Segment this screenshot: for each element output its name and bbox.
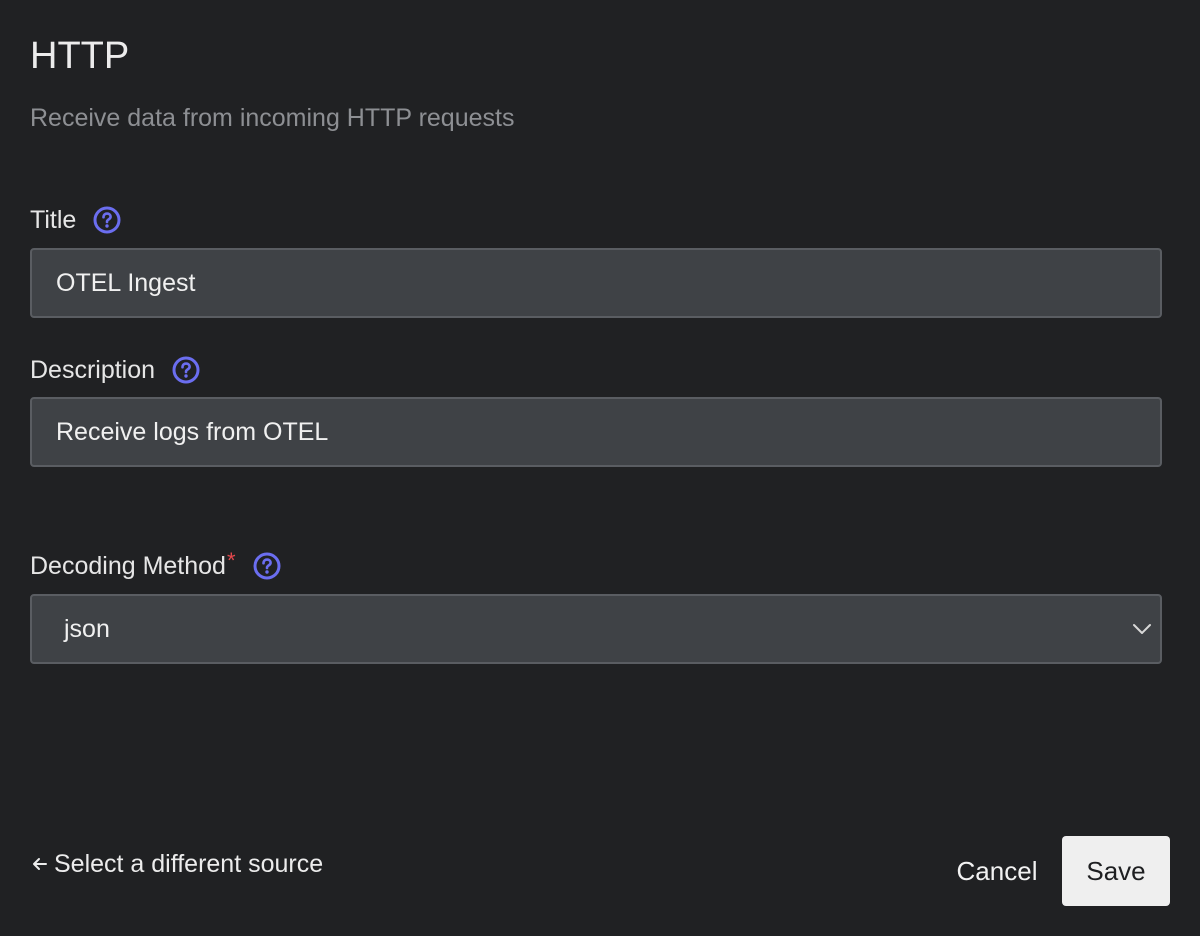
select-different-source-link[interactable]: Select a different source <box>30 848 323 880</box>
description-field-label-row: Description <box>30 354 201 386</box>
arrow-left-icon <box>30 854 50 874</box>
description-input[interactable]: Receive logs from OTEL <box>30 397 1162 467</box>
cancel-button[interactable]: Cancel <box>942 838 1052 904</box>
page-subtitle: Receive data from incoming HTTP requests <box>30 104 515 132</box>
decoding-method-select[interactable]: json <box>30 594 1162 664</box>
description-field-label: Description <box>30 356 156 384</box>
description-help-icon[interactable] <box>171 355 201 385</box>
decoding-method-label-row: Decoding Method * <box>30 550 282 582</box>
decoding-method-selected-value: json <box>64 614 110 643</box>
http-source-form-page: HTTP Receive data from incoming HTTP req… <box>0 0 1200 936</box>
decoding-method-label: Decoding Method <box>30 552 226 580</box>
title-help-icon[interactable] <box>92 205 122 235</box>
title-input[interactable]: OTEL Ingest <box>30 248 1162 318</box>
select-different-source-label: Select a different source <box>54 850 324 878</box>
title-field-label: Title <box>30 206 77 234</box>
required-marker: * <box>226 548 236 573</box>
chevron-down-icon[interactable] <box>1130 617 1154 641</box>
description-input-value: Receive logs from OTEL <box>56 417 329 446</box>
title-field-label-row: Title <box>30 204 122 236</box>
page-title: HTTP <box>30 35 130 77</box>
decoding-method-help-icon[interactable] <box>252 551 282 581</box>
title-input-value: OTEL Ingest <box>56 268 196 297</box>
save-button[interactable]: Save <box>1062 836 1170 906</box>
